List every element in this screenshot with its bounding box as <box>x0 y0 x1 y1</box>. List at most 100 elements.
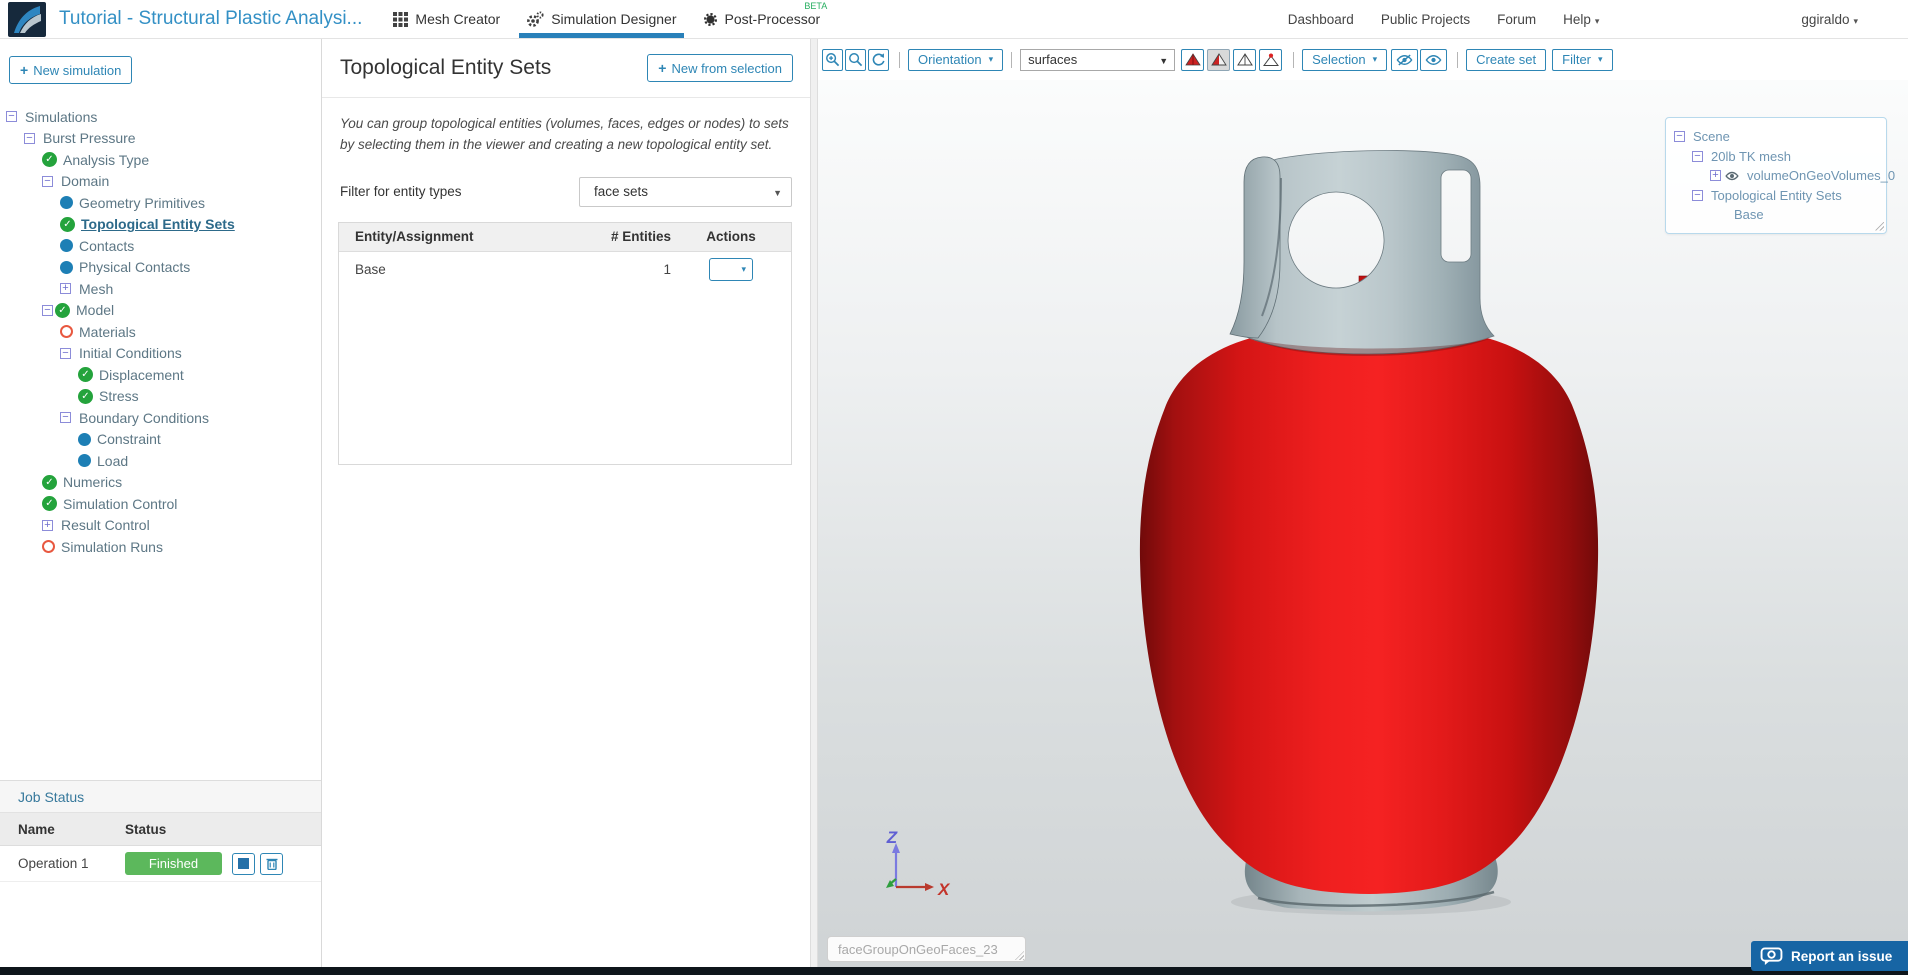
create-set-button[interactable]: Create set <box>1466 48 1547 71</box>
tab-post-processor[interactable]: BETA Post-Processor <box>690 0 834 38</box>
zoom-in-button[interactable] <box>822 48 843 71</box>
header-entity: Entity/Assignment <box>355 229 474 245</box>
viewer-toolbar: Orientation ▾ surfaces ▼ Selection ▾ Cre… <box>818 39 1908 80</box>
collapse-icon[interactable]: − <box>1692 189 1703 201</box>
page-title: Topological Entity Sets <box>340 56 552 79</box>
tab-simulation-designer[interactable]: Simulation Designer <box>513 0 689 38</box>
expand-icon[interactable]: + <box>60 283 71 295</box>
stop-job-button[interactable] <box>232 852 255 875</box>
tree-item[interactable]: Geometry Primitives <box>0 192 321 214</box>
app-logo[interactable] <box>8 1 46 37</box>
expand-icon[interactable]: + <box>42 519 53 531</box>
nav-link-forum[interactable]: Forum <box>1497 12 1536 27</box>
gears-icon <box>527 10 544 27</box>
nav-link-public-projects[interactable]: Public Projects <box>1381 12 1470 27</box>
tree-item[interactable]: − Boundary Conditions <box>0 407 321 429</box>
viewer-3d: Orientation ▾ surfaces ▼ Selection ▾ Cre… <box>818 39 1908 975</box>
eye-icon[interactable] <box>1725 171 1739 181</box>
axis-x-label: X <box>937 880 951 899</box>
axis-z-label: Z <box>886 828 898 847</box>
tree-item[interactable]: ✓ Displacement <box>0 364 321 386</box>
filter-dropdown[interactable]: Filter ▾ <box>1552 48 1613 71</box>
tree-item[interactable]: − Simulations <box>0 106 321 128</box>
stop-icon <box>238 858 249 869</box>
tree-item[interactable]: + Result Control <box>0 515 321 537</box>
report-issue-button[interactable]: Report an issue <box>1751 941 1908 971</box>
tab-mesh-creator[interactable]: Mesh Creator <box>380 0 513 38</box>
collapse-icon[interactable]: − <box>1674 131 1685 143</box>
tetrahedron-solid-icon <box>1184 52 1201 65</box>
tree-item[interactable]: Materials <box>0 321 321 343</box>
render-surface-mesh-button[interactable] <box>1207 48 1231 71</box>
collapse-icon[interactable]: − <box>1692 150 1703 162</box>
tree-item[interactable]: Simulation Runs <box>0 536 321 558</box>
main-area: + New simulation − Simulations − Burst Pres… <box>0 39 1908 975</box>
tree-item-label: Constraint <box>97 431 161 448</box>
panel-description: You can group topological entities (volu… <box>340 116 789 152</box>
new-from-selection-button[interactable]: + New from selection <box>647 54 793 82</box>
scene-tree-item[interactable]: −20lb TK mesh <box>1666 147 1886 167</box>
tree-item[interactable]: − Domain <box>0 171 321 193</box>
collapse-icon[interactable]: − <box>6 111 17 123</box>
scene-item-label: Topological Entity Sets <box>1711 187 1842 203</box>
collapse-icon[interactable]: − <box>42 175 53 187</box>
scene-tree-item[interactable]: Base <box>1666 205 1886 225</box>
tree-item[interactable]: Load <box>0 450 321 472</box>
hide-selection-button[interactable] <box>1391 48 1419 71</box>
scene-tree-item[interactable]: + volumeOnGeoVolumes_0 <box>1666 166 1895 186</box>
check-icon: ✓ <box>78 367 93 383</box>
help-menu[interactable]: Help ▾ <box>1563 12 1599 27</box>
render-wireframe-button[interactable] <box>1233 48 1257 71</box>
entity-type-select[interactable]: face sets ▼ <box>579 176 792 207</box>
caret-down-icon: ▼ <box>773 187 782 198</box>
tree-item[interactable]: Contacts <box>0 235 321 257</box>
scene-tree-item[interactable]: − Scene <box>1666 127 1886 147</box>
header-count: # Entities <box>610 229 671 245</box>
tree-item[interactable]: ✓ Topological Entity Sets <box>0 214 321 236</box>
set-name-input[interactable] <box>827 936 1026 962</box>
orientation-dropdown[interactable]: Orientation ▾ <box>908 48 1004 71</box>
tetrahedron-points-icon <box>1262 53 1279 66</box>
tree-item[interactable]: Constraint <box>0 429 321 451</box>
panel-resize-gutter[interactable] <box>810 39 818 975</box>
render-mode-select[interactable]: surfaces ▼ <box>1020 48 1176 71</box>
tree-item[interactable]: − Initial Conditions <box>0 343 321 365</box>
nav-link-dashboard[interactable]: Dashboard <box>1288 12 1354 27</box>
tree-item[interactable]: − ✓ Model <box>0 300 321 322</box>
tree-item[interactable]: Physical Contacts <box>0 257 321 279</box>
check-icon: ✓ <box>42 496 57 512</box>
toolbar-separator <box>1011 51 1013 68</box>
check-icon: ✓ <box>42 474 57 490</box>
delete-job-button[interactable] <box>260 852 283 875</box>
collapse-icon[interactable]: − <box>42 304 53 316</box>
tree-item[interactable]: + Mesh <box>0 278 321 300</box>
zoom-window-button[interactable] <box>845 48 866 71</box>
row-actions-dropdown[interactable]: ▾ <box>709 258 753 282</box>
tree-item[interactable]: ✓ Simulation Control <box>0 493 321 515</box>
filter-label: Filter for entity types <box>340 184 462 200</box>
user-menu[interactable]: ggiraldo ▾ <box>1801 12 1858 27</box>
scene-tree-item[interactable]: − Topological Entity Sets <box>1666 186 1886 206</box>
selection-dropdown[interactable]: Selection ▾ <box>1302 48 1388 71</box>
table-row[interactable]: Base 1 ▾ <box>339 252 791 288</box>
reset-view-button[interactable] <box>868 48 889 71</box>
job-status-header: Name Status <box>0 813 321 846</box>
new-simulation-button[interactable]: + New simulation <box>9 56 133 84</box>
viewport-3d[interactable]: Z X − Scene −20lb TK mesh + volumeOnGeoVolum… <box>818 80 1908 975</box>
grid-icon <box>393 11 409 27</box>
collapse-icon[interactable]: − <box>60 412 71 424</box>
show-selection-button[interactable] <box>1420 48 1448 71</box>
top-navbar: Tutorial - Structural Plastic Analysi...… <box>0 0 1908 39</box>
render-points-button[interactable] <box>1259 48 1283 71</box>
collapse-icon[interactable]: − <box>60 347 71 359</box>
settings-panel: Topological Entity Sets + New from selec… <box>322 39 810 975</box>
render-solid-button[interactable] <box>1181 48 1205 71</box>
expand-icon[interactable]: + <box>1710 170 1721 182</box>
tree-item[interactable]: ✓ Numerics <box>0 472 321 494</box>
app-window: Tutorial - Structural Plastic Analysi...… <box>0 0 1908 975</box>
tree-item[interactable]: − Burst Pressure <box>0 128 321 150</box>
tree-item[interactable]: ✓ Stress <box>0 386 321 408</box>
panel-header: Topological Entity Sets + New from selec… <box>322 39 810 98</box>
collapse-icon[interactable]: − <box>24 132 35 144</box>
tree-item[interactable]: ✓ Analysis Type <box>0 149 321 171</box>
